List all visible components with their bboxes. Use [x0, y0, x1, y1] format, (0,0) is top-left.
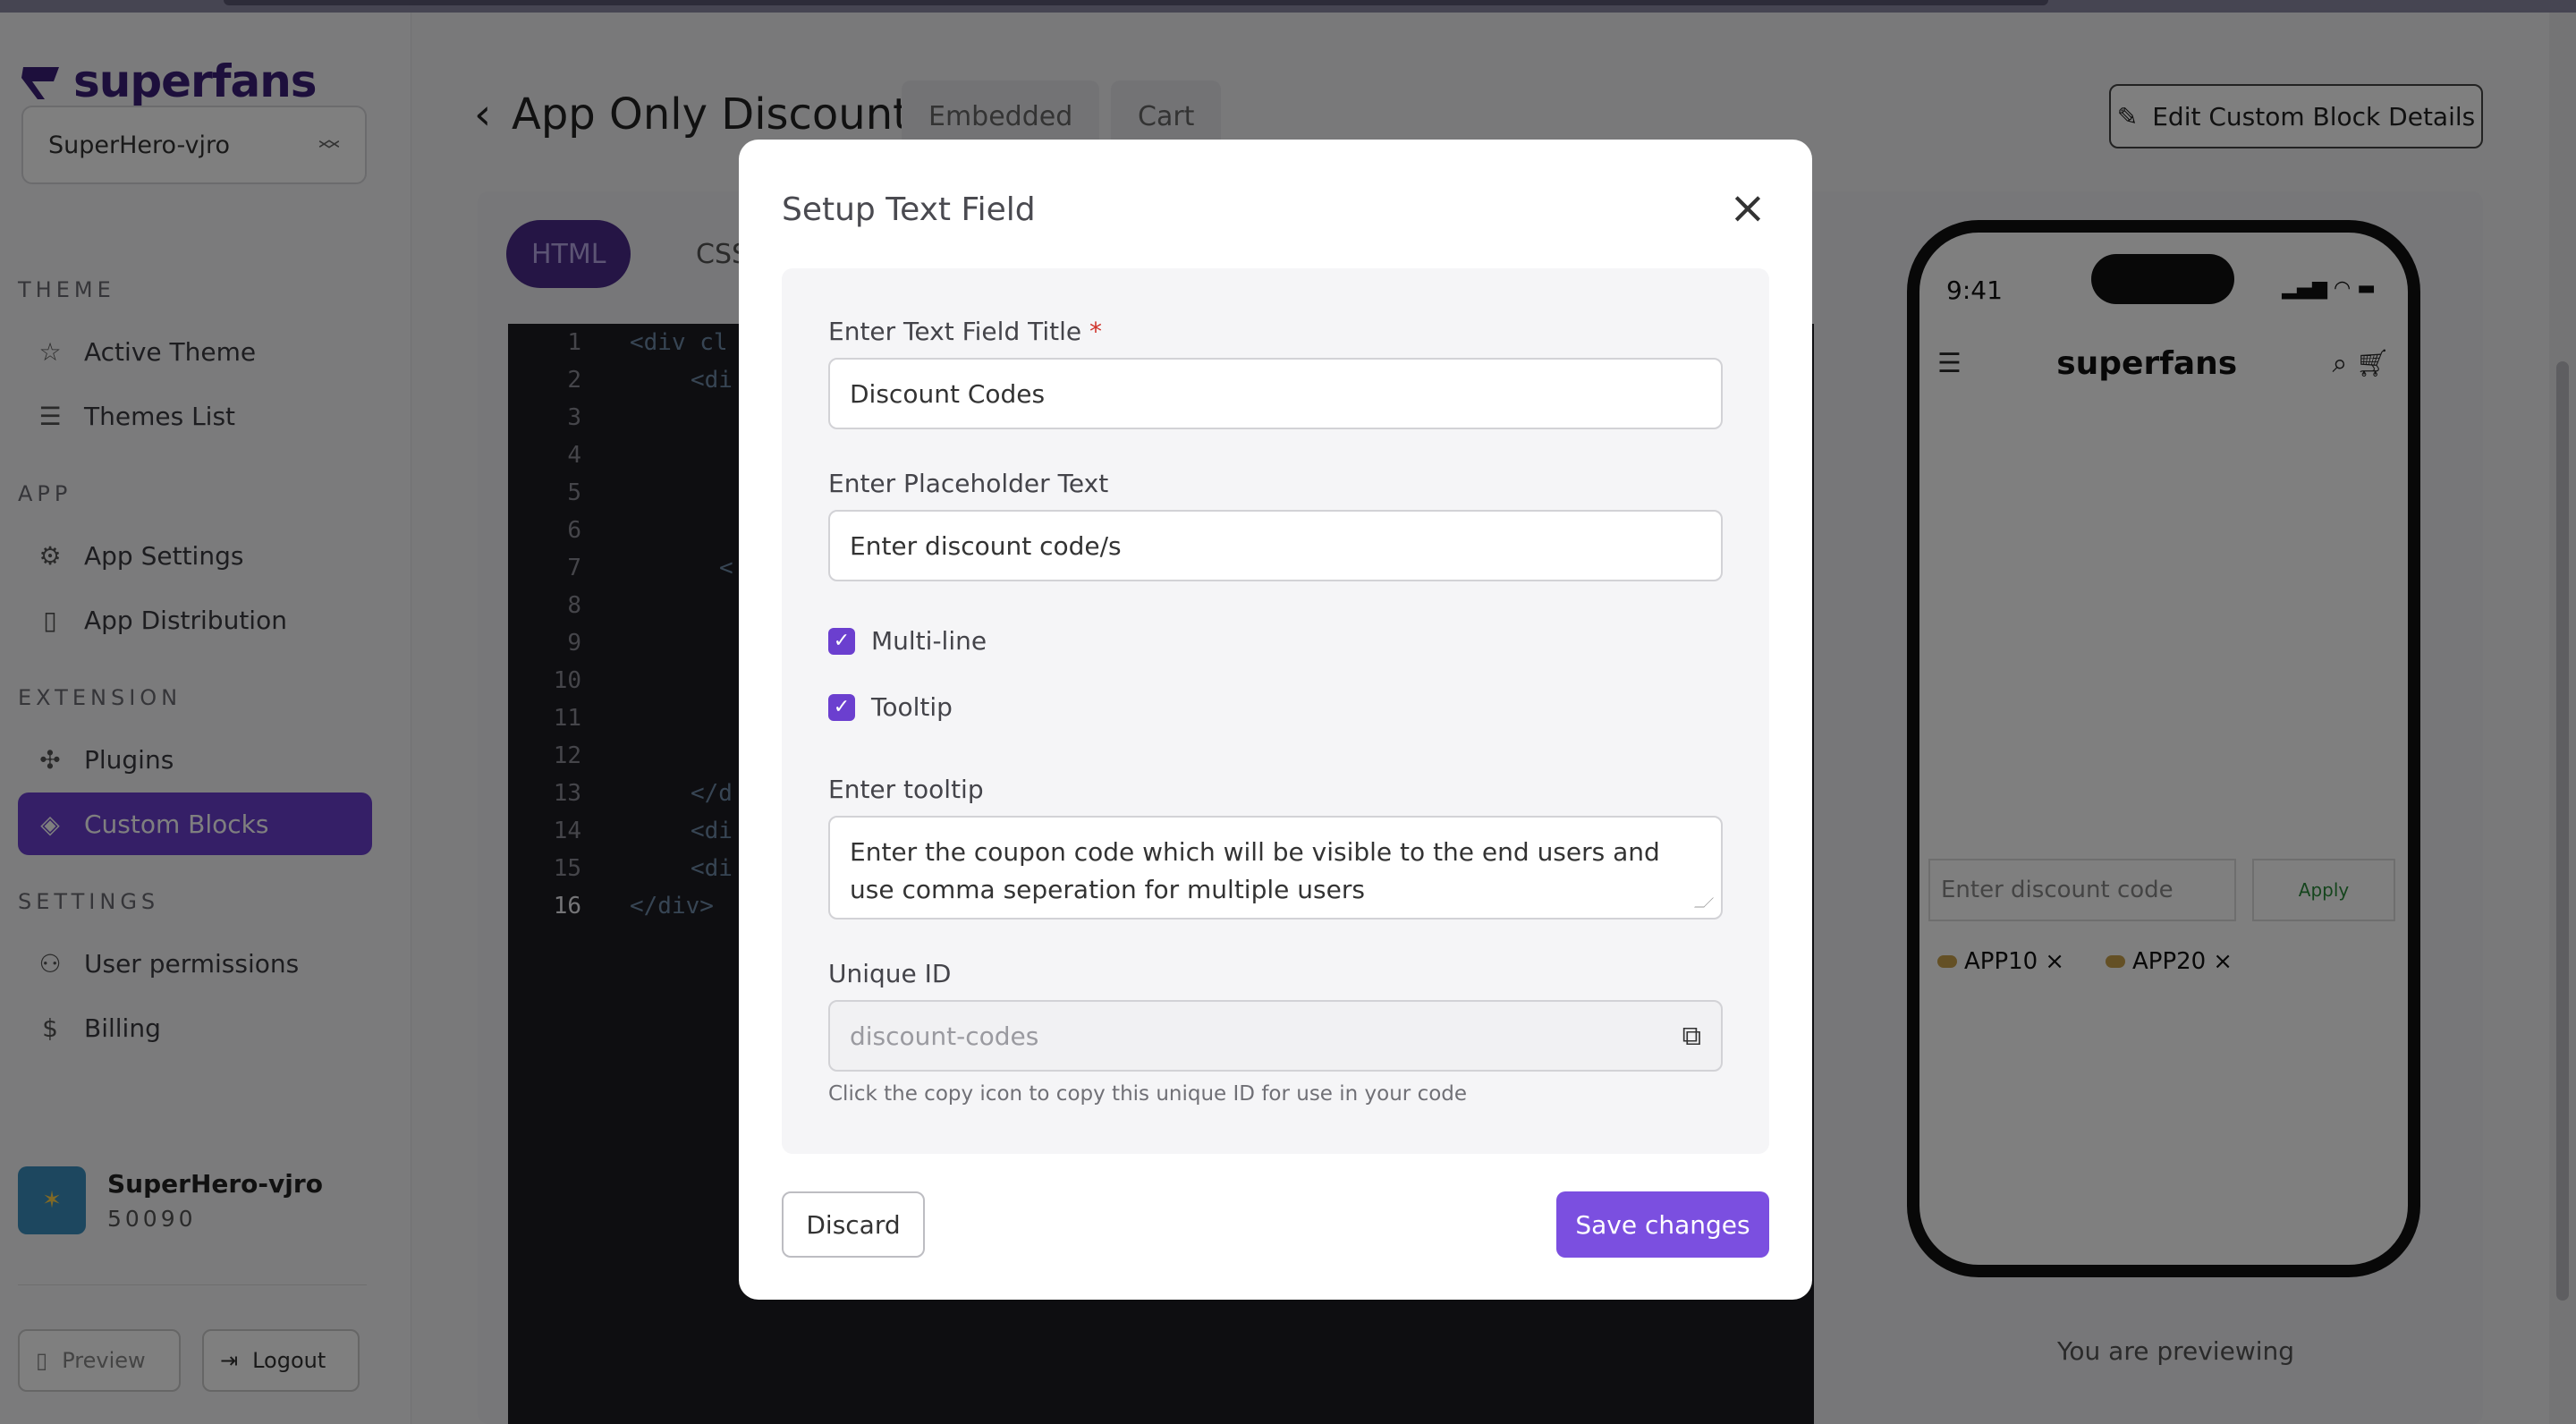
multiline-checkbox[interactable]: ✓ Multi-line: [828, 626, 987, 656]
tooltip-checkbox[interactable]: ✓ Tooltip: [828, 692, 953, 722]
checkbox-checked-icon[interactable]: ✓: [828, 627, 855, 655]
tooltip-textarea[interactable]: Enter the coupon code which will be visi…: [828, 816, 1723, 920]
tooltip-textarea-value: Enter the coupon code which will be visi…: [850, 837, 1660, 904]
setup-text-field-modal: Setup Text Field × Enter Text Field Titl…: [739, 140, 1812, 1300]
unique-id-hint: Click the copy icon to copy this unique …: [828, 1082, 1468, 1106]
title-field[interactable]: Discount Codes: [828, 358, 1723, 429]
unique-id-label: Unique ID: [828, 959, 952, 988]
close-icon[interactable]: ×: [1728, 185, 1767, 230]
title-field-label: Enter Text Field Title *: [828, 317, 1102, 346]
copy-icon[interactable]: ⧉: [1682, 1021, 1701, 1052]
placeholder-field[interactable]: Enter discount code/s: [828, 510, 1723, 581]
multiline-label: Multi-line: [871, 626, 987, 656]
checkbox-checked-icon[interactable]: ✓: [828, 693, 855, 721]
discard-button[interactable]: Discard: [782, 1191, 925, 1258]
save-changes-button[interactable]: Save changes: [1556, 1191, 1769, 1258]
unique-id-field: discount-codes ⧉: [828, 1000, 1723, 1072]
placeholder-field-label: Enter Placeholder Text: [828, 469, 1109, 498]
modal-title: Setup Text Field: [782, 191, 1036, 228]
title-field-label-text: Enter Text Field Title: [828, 317, 1082, 346]
required-mark: *: [1089, 317, 1103, 346]
modal-form: Enter Text Field Title * Discount Codes …: [782, 268, 1769, 1154]
tooltip-field-label: Enter tooltip: [828, 775, 984, 804]
unique-id-value: discount-codes: [850, 1021, 1039, 1051]
tooltip-label: Tooltip: [871, 692, 953, 722]
